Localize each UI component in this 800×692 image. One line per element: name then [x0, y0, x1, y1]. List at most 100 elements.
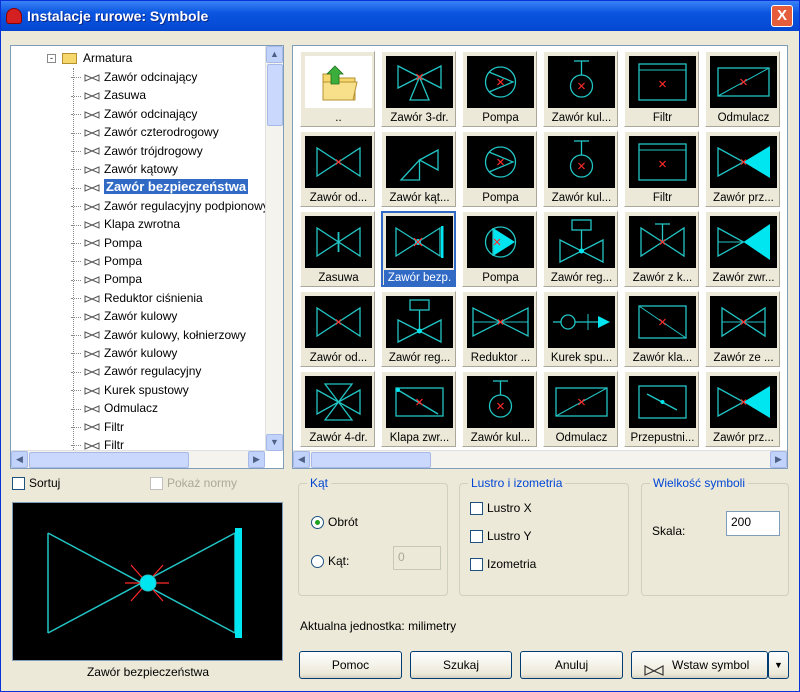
tree-item[interactable]: Zawór regulacyjny — [71, 362, 201, 380]
grid-horizontal-scrollbar[interactable]: ◀ ▶ — [293, 450, 787, 468]
symbol-cell[interactable]: Zawór od... — [300, 131, 375, 207]
category-tree[interactable]: - Armatura Zawór odcinający Zasuwa Zawór od… — [10, 45, 284, 469]
sort-checkbox[interactable]: Sortuj — [12, 476, 60, 491]
title-bar[interactable]: Instalacje rurowe: Symbole X — [1, 1, 799, 31]
symbol-cell[interactable]: Kurek spu... — [543, 291, 618, 367]
symbol-grid[interactable]: .. Zawór 3-dr. Pompa Zawór kul... Filtr Odmul… — [292, 45, 788, 469]
help-button[interactable]: Pomoc — [299, 651, 402, 679]
tree-item[interactable]: Klapa zwrotna — [71, 215, 180, 233]
scroll-right-button[interactable]: ▶ — [248, 451, 265, 468]
scale-input[interactable]: 200 — [726, 511, 780, 536]
symbol-cell[interactable]: Zawór z k... — [624, 211, 699, 287]
scroll-thumb[interactable] — [267, 64, 283, 126]
search-button[interactable]: Szukaj — [410, 651, 512, 679]
symbol-cell[interactable]: Zasuwa — [300, 211, 375, 287]
tree-item[interactable]: Filtr — [71, 418, 124, 436]
tree-item[interactable]: Odmulacz — [71, 399, 158, 417]
valve-symbol-icon — [83, 349, 101, 359]
checkbox-box[interactable] — [12, 477, 25, 491]
scroll-up-button[interactable]: ▲ — [266, 46, 283, 63]
scroll-left-button[interactable]: ◀ — [11, 451, 28, 468]
symbol-cell[interactable]: Klapa zwr... — [381, 371, 456, 447]
symbol-cell[interactable]: Filtr — [624, 131, 699, 207]
radio-button[interactable] — [311, 555, 324, 569]
symbol-cell[interactable]: Zawór ze ... — [705, 291, 780, 367]
symbol-label: Klapa zwr... — [389, 432, 450, 444]
angle-radio[interactable]: Kąt: — [311, 554, 349, 569]
symbol-cell[interactable]: Odmulacz — [705, 51, 780, 127]
tree-item[interactable]: Zawór odcinający — [71, 105, 197, 123]
symbol-label: Zawór kąt... — [389, 192, 450, 204]
symbol-cell[interactable]: Pompa — [462, 51, 537, 127]
symbol-cell[interactable]: .. — [300, 51, 375, 127]
symbol-cell[interactable]: Zawór reg... — [543, 211, 618, 287]
tree-connector — [71, 150, 81, 152]
symbol-cell[interactable]: Filtr — [624, 51, 699, 127]
symbol-cell[interactable]: Pompa — [462, 131, 537, 207]
symbol-cell[interactable]: Zawór bezp. — [381, 211, 456, 287]
symbol-cell[interactable]: Zawór kul... — [462, 371, 537, 447]
tree-item[interactable]: Zasuwa — [71, 86, 146, 104]
scroll-left-button[interactable]: ◀ — [293, 451, 310, 468]
tree-item[interactable]: Zawór kątowy — [71, 160, 178, 178]
tree-horizontal-scrollbar[interactable]: ◀ ▶ — [11, 450, 265, 468]
tree-item[interactable]: Filtr — [71, 436, 124, 451]
angle-group: Kąt Obrót Kąt: 0 — [298, 476, 448, 596]
tree-item[interactable]: Pompa — [71, 252, 142, 270]
symbol-cell[interactable]: Zawór 4-dr. — [300, 371, 375, 447]
tree-item[interactable]: Zawór kulowy, kołnierzowy — [71, 326, 246, 344]
scroll-right-button[interactable]: ▶ — [770, 451, 787, 468]
tree-vertical-scrollbar[interactable]: ▲ ▼ — [265, 46, 283, 451]
symbol-cell[interactable]: Zawór prz... — [705, 131, 780, 207]
tree-item[interactable]: Zawór bezpieczeństwa — [71, 178, 249, 196]
scroll-thumb[interactable] — [29, 452, 189, 468]
scroll-down-button[interactable]: ▼ — [266, 434, 283, 451]
symbol-cell[interactable]: Zawór kul... — [543, 131, 618, 207]
mirror-x-label: Lustro X — [487, 501, 532, 515]
tree-connector — [71, 261, 81, 263]
tree-item[interactable]: Zawór odcinający — [71, 68, 197, 86]
symbol-cell[interactable]: Zawór zwr... — [705, 211, 780, 287]
symbol-cell[interactable]: Reduktor ... — [462, 291, 537, 367]
tree-item[interactable]: Kurek spustowy — [71, 381, 189, 399]
cancel-button[interactable]: Anuluj — [520, 651, 623, 679]
symbol-cell[interactable]: Zawór kul... — [543, 51, 618, 127]
tree-item-label: Filtr — [104, 419, 124, 434]
symbol-cell[interactable]: Zawór prz... — [705, 371, 780, 447]
checkbox-box[interactable] — [470, 530, 483, 544]
collapse-icon[interactable]: - — [47, 54, 56, 64]
ball-valve-icon — [548, 56, 615, 108]
checkbox-box[interactable] — [470, 558, 483, 572]
symbol-cell[interactable]: Zawór reg... — [381, 291, 456, 367]
tree-item[interactable]: Zawór trójdrogowy — [71, 142, 203, 160]
symbol-cell[interactable]: Zawór 3-dr. — [381, 51, 456, 127]
tree-item[interactable]: Reduktor ciśnienia — [71, 289, 203, 307]
symbol-cell[interactable]: Zawór kąt... — [381, 131, 456, 207]
symbol-cell[interactable]: Odmulacz — [543, 371, 618, 447]
symbol-cell[interactable]: Przepustni... — [624, 371, 699, 447]
rotation-radio[interactable]: Obrót — [311, 515, 358, 530]
checkbox-box[interactable] — [470, 502, 483, 516]
scroll-thumb[interactable] — [311, 452, 431, 468]
close-button[interactable]: X — [771, 5, 793, 27]
flow-valve-icon — [710, 376, 777, 428]
symbol-cell[interactable]: Zawór od... — [300, 291, 375, 367]
mirror-x-checkbox[interactable]: Lustro X — [470, 501, 532, 516]
tree-item-label: Pompa — [104, 272, 143, 287]
unit-info: Aktualna jednostka: milimetry — [300, 619, 457, 633]
symbol-cell[interactable]: Pompa — [462, 211, 537, 287]
isometry-checkbox[interactable]: Izometria — [470, 557, 536, 572]
mirror-y-checkbox[interactable]: Lustro Y — [470, 529, 531, 544]
tree-item[interactable]: Zawór kulowy — [71, 307, 177, 325]
tree-item[interactable]: Zawór czterodrogowy — [71, 123, 219, 141]
tree-item[interactable]: Zawór regulacyjny podpionowy — [71, 197, 265, 215]
symbol-cell[interactable]: Zawór kla... — [624, 291, 699, 367]
tree-item[interactable]: Zawór kulowy — [71, 344, 177, 362]
radio-button[interactable] — [311, 516, 324, 530]
insert-dropdown-button[interactable]: ▼ — [768, 651, 789, 679]
preview-caption: Zawór bezpieczeństwa — [86, 665, 210, 679]
tree-item[interactable]: Pompa — [71, 234, 142, 252]
tree-item[interactable]: Pompa — [71, 270, 142, 288]
insert-symbol-button[interactable]: Wstaw symbol — [631, 651, 768, 679]
tree-node-armatura[interactable]: - Armatura — [47, 49, 132, 67]
